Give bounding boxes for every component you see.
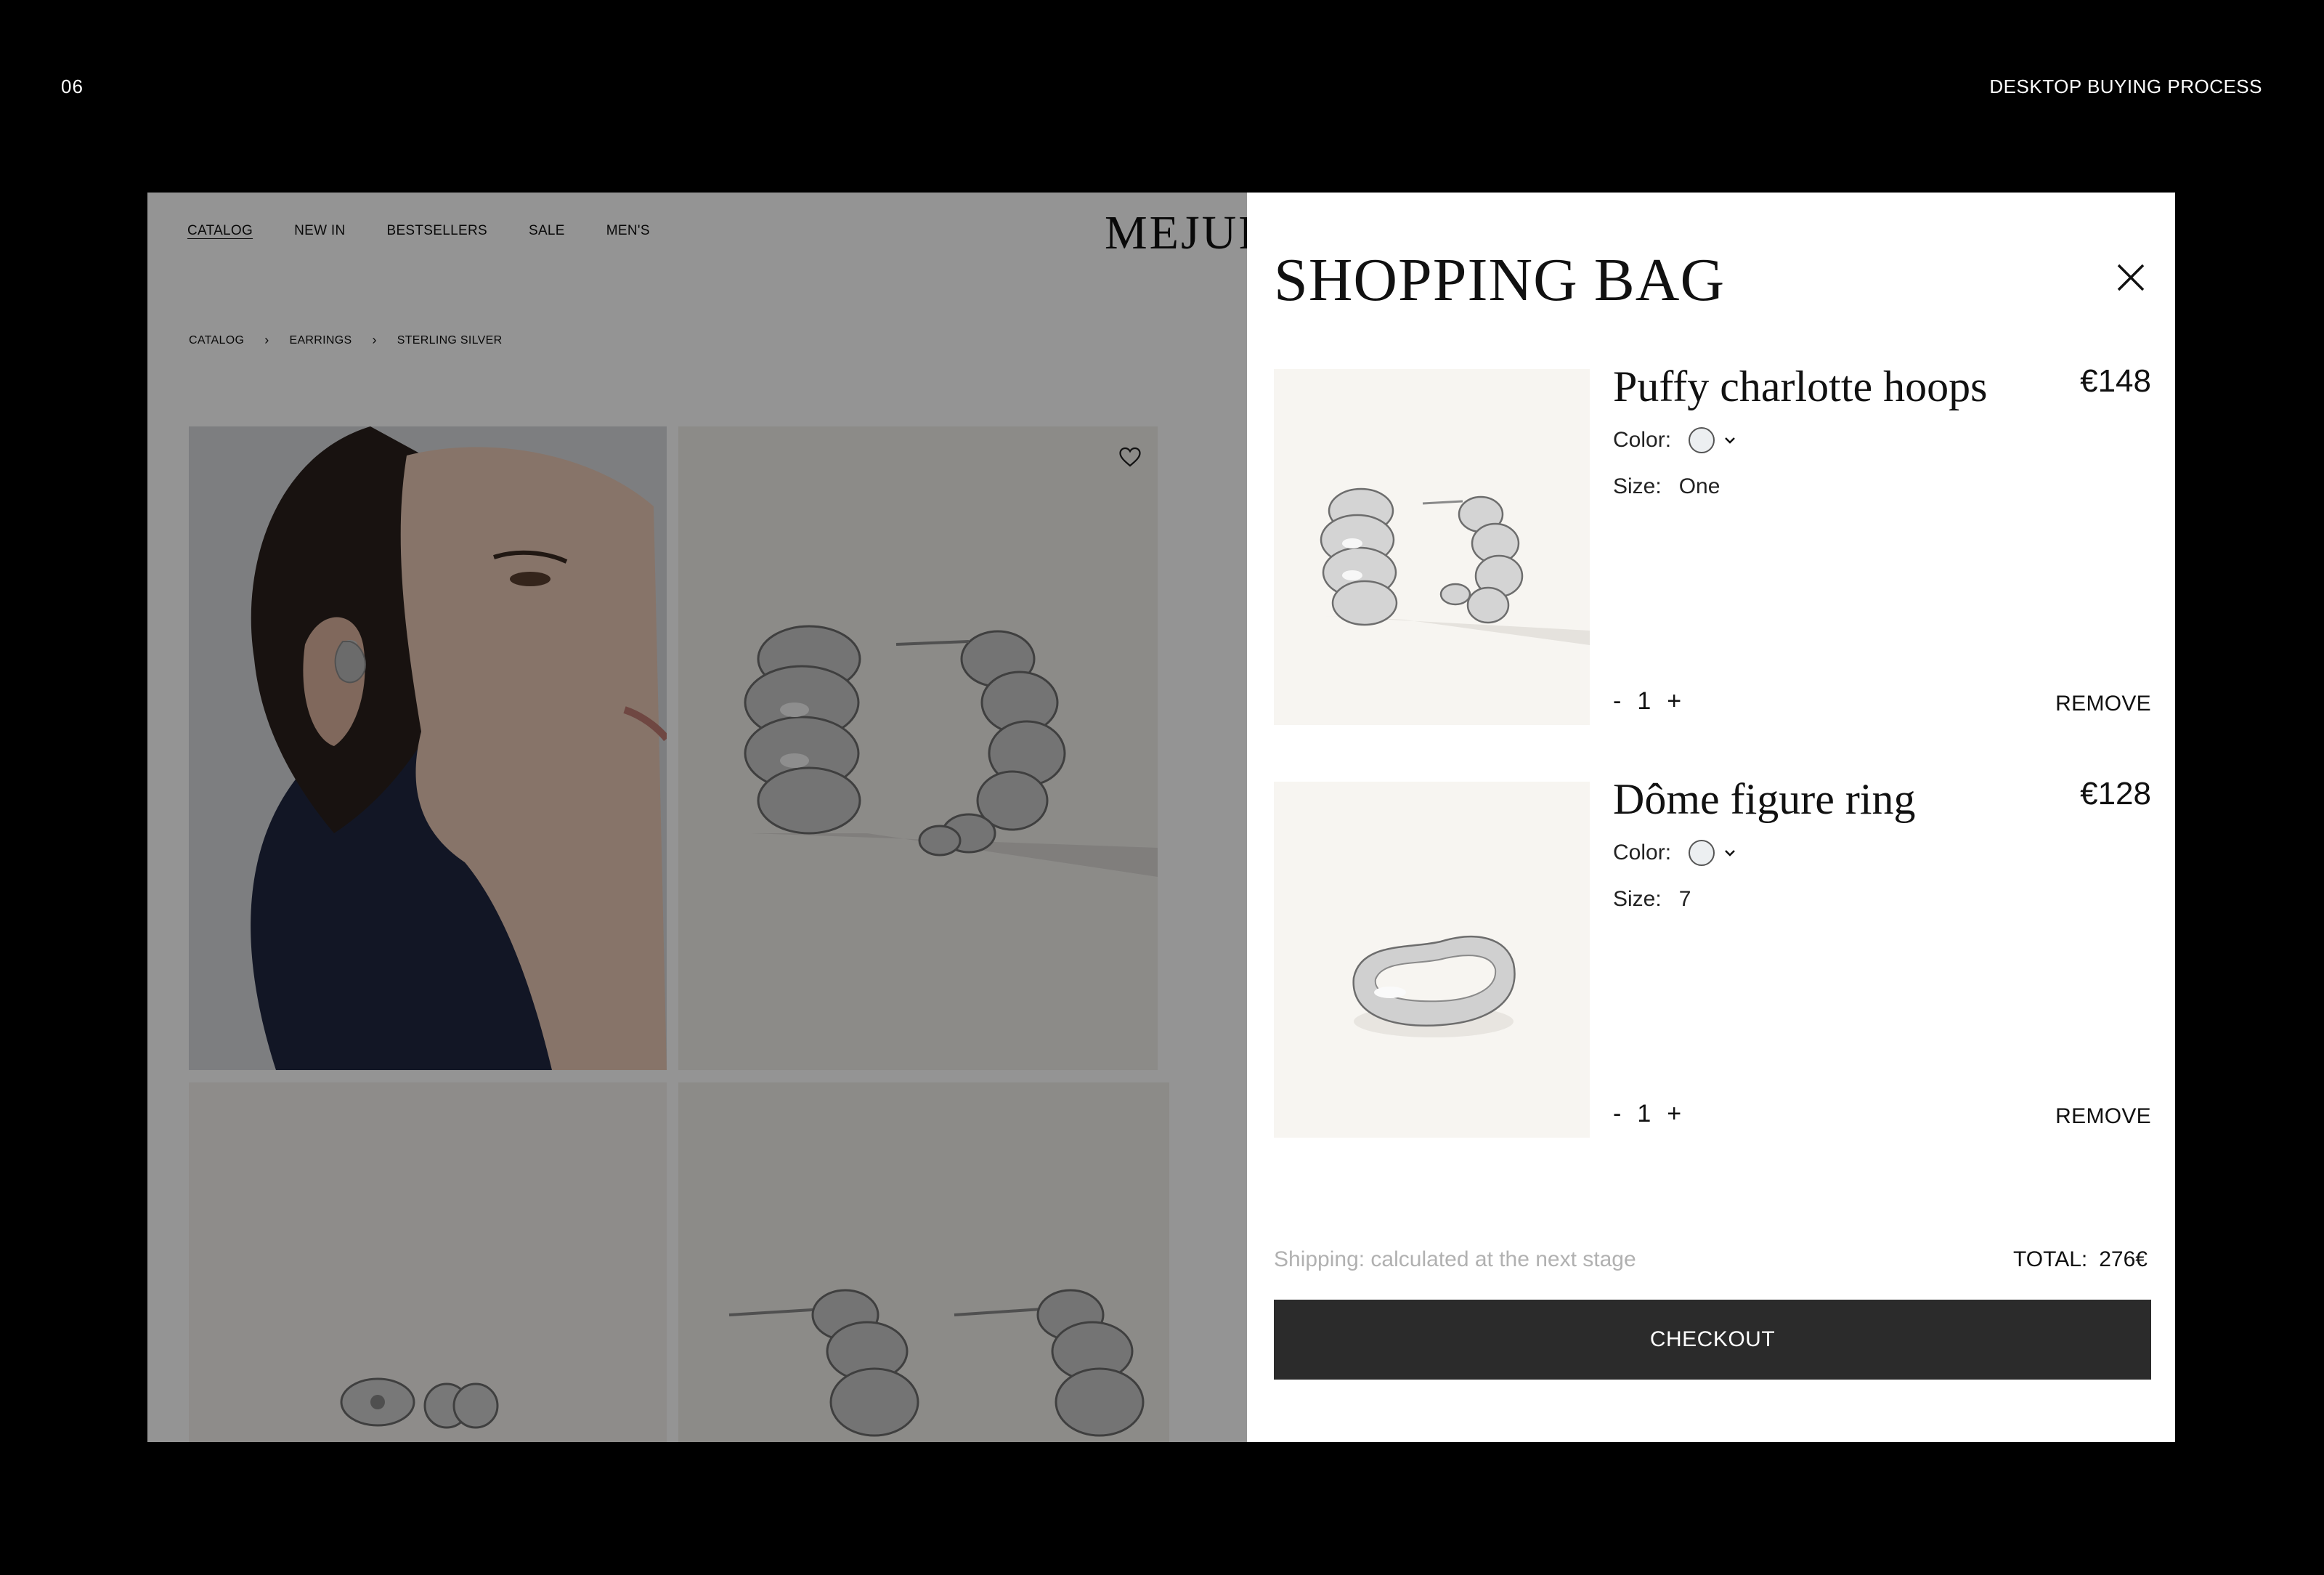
chevron-down-icon[interactable]	[1722, 845, 1738, 861]
cart-item-thumbnail[interactable]	[1274, 782, 1590, 1138]
color-swatch[interactable]	[1689, 427, 1715, 453]
total-label: TOTAL:	[2013, 1247, 2088, 1271]
cart-item-price: €148	[2080, 363, 2151, 399]
remove-button[interactable]: REMOVE	[2055, 1104, 2151, 1129]
color-swatch[interactable]	[1689, 840, 1715, 866]
size-display: Size: One	[1613, 474, 1720, 499]
cart-item-price: €128	[2080, 776, 2151, 811]
cart-item-name[interactable]: Puffy charlotte hoops	[1613, 362, 1987, 412]
quantity-stepper: - 1 +	[1613, 687, 1681, 716]
increase-button[interactable]: +	[1667, 687, 1681, 716]
remove-button[interactable]: REMOVE	[2055, 692, 2151, 716]
shipping-note: Shipping: calculated at the next stage	[1274, 1247, 1636, 1271]
decrease-button[interactable]: -	[1613, 687, 1621, 716]
cart-item-thumbnail[interactable]	[1274, 369, 1590, 725]
drawer-title: SHOPPING BAG	[1274, 246, 1726, 314]
modal-backdrop[interactable]	[147, 193, 1247, 1442]
close-icon[interactable]	[2113, 259, 2149, 296]
browser-mockup: CATALOG NEW IN BESTSELLERS SALE MEN'S ME…	[147, 193, 2175, 1442]
size-label: Size:	[1613, 887, 1662, 911]
cart-item-name[interactable]: Dôme figure ring	[1613, 774, 1916, 825]
total-value: 276€	[2099, 1247, 2148, 1271]
slide-title: DESKTOP BUYING PROCESS	[1989, 76, 2262, 97]
quantity-value: 1	[1637, 687, 1651, 715]
quantity-value: 1	[1637, 1100, 1651, 1127]
color-label: Color:	[1613, 428, 1672, 452]
increase-button[interactable]: +	[1667, 1100, 1681, 1128]
quantity-stepper: - 1 +	[1613, 1100, 1681, 1128]
size-label: Size:	[1613, 474, 1662, 498]
cart-item: Dôme figure ring €128 Color: Size: 7 - 1…	[1274, 775, 2151, 1138]
color-selector[interactable]: Color:	[1613, 427, 1738, 453]
slide-number: 06	[61, 76, 84, 97]
color-label: Color:	[1613, 841, 1672, 865]
decrease-button[interactable]: -	[1613, 1100, 1621, 1128]
size-value: 7	[1678, 887, 1691, 911]
color-selector[interactable]: Color:	[1613, 840, 1738, 866]
size-display: Size: 7	[1613, 887, 1691, 912]
checkout-button[interactable]: CHECKOUT	[1274, 1300, 2151, 1380]
chevron-down-icon[interactable]	[1722, 432, 1738, 448]
shopping-bag-drawer: SHOPPING BAG Puffy charlotte hoops €148 …	[1247, 193, 2175, 1442]
order-total: TOTAL: 276€	[2013, 1247, 2148, 1272]
cart-item: Puffy charlotte hoops €148 Color: Size: …	[1274, 363, 2151, 725]
size-value: One	[1678, 474, 1720, 498]
